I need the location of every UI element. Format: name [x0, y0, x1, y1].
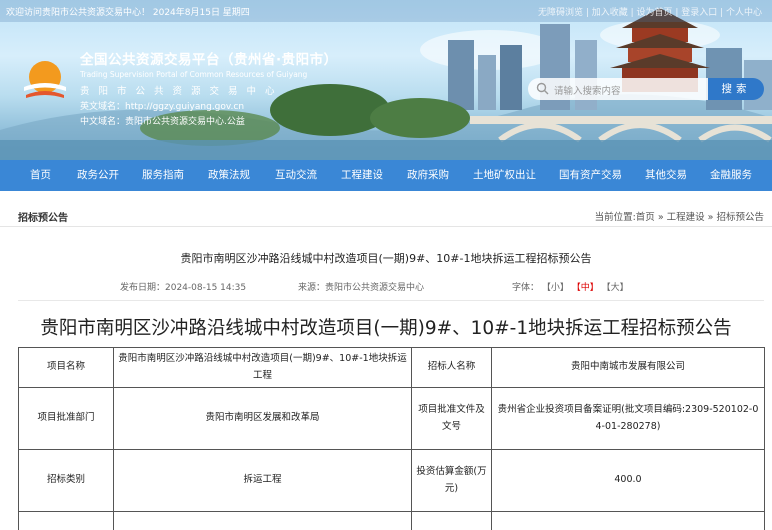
- font-size-control: 字体： 【小】 【中】 【大】: [512, 280, 629, 293]
- table-label-cell: 项目批准文件及文号: [411, 387, 492, 450]
- breadcrumb[interactable]: 当前位置:首页 » 工程建设 » 招标预公告: [595, 209, 764, 223]
- main-nav: 首页 政务公开 服务指南 政策法规 互动交流 工程建设 政府采购 土地矿权出让 …: [0, 160, 772, 191]
- top-bar: 欢迎访问贵阳市公共资源交易中心！ 2024年8月15日 星期四 无障碍浏览 | …: [0, 0, 772, 22]
- project-info-table: 项目名称 贵阳市南明区沙冲路沿线城中村改造项目(一期)9#、10#-1地块拆运工…: [18, 347, 765, 530]
- table-label-cell: [18, 511, 114, 530]
- table-label-cell: 项目名称: [18, 347, 114, 388]
- divider: [18, 300, 764, 301]
- nav-item-procurement[interactable]: 政府采购: [407, 160, 449, 191]
- nav-item-policies[interactable]: 政策法规: [208, 160, 250, 191]
- nav-item-government-affairs[interactable]: 政务公开: [77, 160, 119, 191]
- site-title-en: Trading Supervision Portal of Common Res…: [80, 70, 308, 79]
- article-title: 贵阳市南明区沙冲路沿线城中村改造项目(一期)9#、10#-1地块拆运工程招标预公…: [40, 318, 732, 339]
- search-button[interactable]: 搜索: [708, 78, 764, 100]
- nav-item-land-mining[interactable]: 土地矿权出让: [473, 160, 536, 191]
- top-links[interactable]: 无障碍浏览 | 加入收藏 | 设为首页 | 登录入口 | 个人中心: [538, 5, 762, 18]
- search-icon: [536, 82, 549, 95]
- nav-item-other-trading[interactable]: 其他交易: [645, 160, 687, 191]
- table-value-cell: [113, 511, 412, 530]
- table-value-cell: 贵州省企业投资项目备案证明(批文项目编码:2309-520102-04-01-2…: [491, 387, 765, 450]
- site-title-block: 全国公共资源交易平台（贵州省·贵阳市） Trading Supervision …: [80, 48, 338, 127]
- section-header: 招标预公告 当前位置:首页 » 工程建设 » 招标预公告: [0, 203, 772, 227]
- table-label-cell: 招标类别: [18, 449, 114, 512]
- nav-item-financial[interactable]: 金融服务: [710, 160, 752, 191]
- article-small-title: 贵阳市南明区沙冲路沿线城中村改造项目(一期)9#、10#-1地块拆运工程招标预公…: [180, 252, 592, 265]
- table-row: 项目名称 贵阳市南明区沙冲路沿线城中村改造项目(一期)9#、10#-1地块拆运工…: [18, 347, 765, 388]
- site-org-name: 贵阳市公共资源交易中心: [80, 86, 284, 97]
- font-large-button[interactable]: 【大】: [602, 283, 629, 293]
- table-label-cell: 投资估算金额(万元): [411, 449, 492, 512]
- table-label-cell: 招标人名称: [411, 347, 492, 388]
- table-row: [18, 511, 765, 530]
- domain-en-row: 英文域名：http://ggzy.guiyang.gov.cn: [80, 99, 338, 112]
- domain-cn-row: 中文域名：贵阳市公共资源交易中心.公益: [80, 114, 338, 127]
- domain-en-value: http://ggzy.guiyang.gov.cn: [125, 102, 245, 112]
- table-value-cell: 贵阳中南城市发展有限公司: [491, 347, 765, 388]
- font-size-label: 字体：: [512, 283, 540, 293]
- header-banner: 欢迎访问贵阳市公共资源交易中心！ 2024年8月15日 星期四 无障碍浏览 | …: [0, 0, 772, 160]
- font-small-button[interactable]: 【小】: [542, 283, 569, 293]
- nav-item-service-guide[interactable]: 服务指南: [142, 160, 184, 191]
- font-medium-button[interactable]: 【中】: [572, 283, 599, 293]
- search-input[interactable]: 请输入搜索内容: [528, 78, 708, 100]
- table-value-cell: [491, 511, 765, 530]
- site-title-cn: 全国公共资源交易平台（贵州省·贵阳市）: [80, 52, 338, 68]
- search-bar: 请输入搜索内容 搜索: [528, 78, 764, 100]
- table-value-cell: 贵阳市南明区沙冲路沿线城中村改造项目(一期)9#、10#-1地块拆运工程: [113, 347, 412, 388]
- section-name: 招标预公告: [18, 213, 68, 224]
- table-value-cell: 贵阳市南明区发展和改革局: [113, 387, 412, 450]
- nav-item-state-assets[interactable]: 国有资产交易: [559, 160, 622, 191]
- table-label-cell: 项目批准部门: [18, 387, 114, 450]
- domain-cn-value: 贵阳市公共资源交易中心.公益: [125, 117, 245, 127]
- nav-item-interaction[interactable]: 互动交流: [275, 160, 317, 191]
- table-row: 项目批准部门 贵阳市南明区发展和改革局 项目批准文件及文号 贵州省企业投资项目备…: [18, 387, 765, 450]
- domain-en-label: 英文域名：: [80, 102, 126, 112]
- welcome-text: 欢迎访问贵阳市公共资源交易中心！ 2024年8月15日 星期四: [6, 8, 250, 18]
- nav-item-construction[interactable]: 工程建设: [341, 160, 383, 191]
- search-placeholder: 请输入搜索内容: [554, 86, 621, 97]
- nav-item-home[interactable]: 首页: [30, 160, 51, 191]
- table-value-cell: 400.0: [491, 449, 765, 512]
- table-row: 招标类别 拆运工程 投资估算金额(万元) 400.0: [18, 449, 765, 512]
- table-label-cell: [411, 511, 492, 530]
- article-source: 来源：贵阳市公共资源交易中心: [298, 283, 425, 293]
- site-logo-icon: [24, 61, 66, 98]
- publish-date: 发布日期：2024-08-15 14:35: [120, 283, 247, 293]
- domain-cn-label: 中文域名：: [80, 117, 126, 127]
- table-value-cell: 拆运工程: [113, 449, 412, 512]
